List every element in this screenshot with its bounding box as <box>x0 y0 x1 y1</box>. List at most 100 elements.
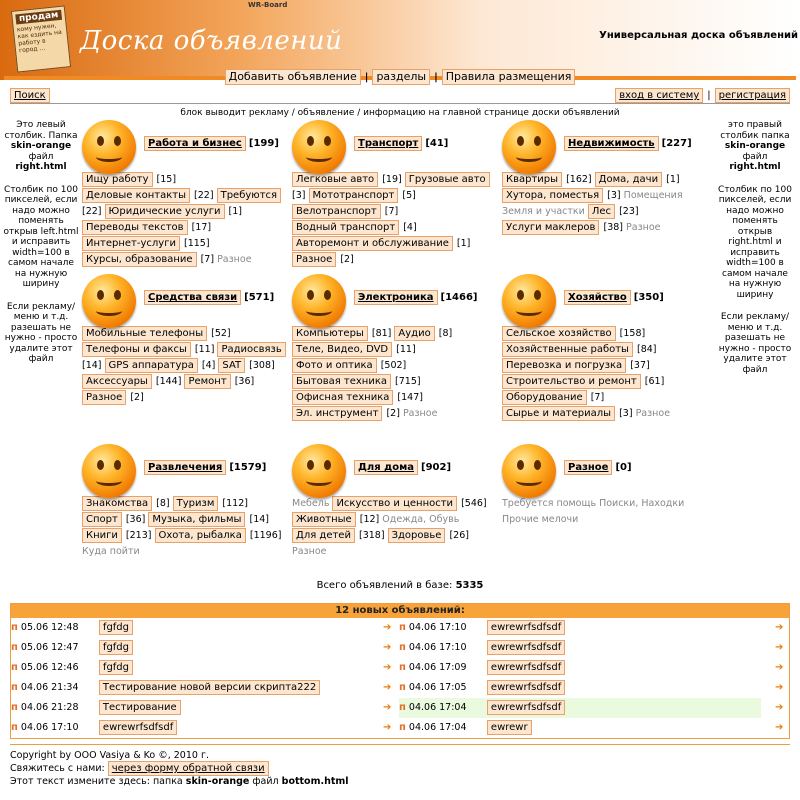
smiley-icon[interactable] <box>502 274 556 328</box>
smiley-icon[interactable] <box>82 274 136 328</box>
category-link[interactable]: Электроника <box>354 290 438 305</box>
subcategory-link[interactable]: Ремонт <box>184 374 231 389</box>
subcategory-link[interactable]: Авторемонт и обслуживание <box>292 236 453 251</box>
new-ad-item: п 04.06 17:10 ewrewrfsdfsdf <box>399 618 761 638</box>
subcategory-link[interactable]: Переводы текстов <box>82 220 188 235</box>
subcategory-link[interactable]: Здоровье <box>387 528 446 543</box>
smiley-icon[interactable] <box>292 274 346 328</box>
login-link[interactable]: вход в систему <box>615 88 704 103</box>
search-link[interactable]: Поиск <box>10 88 50 103</box>
ad-title-link[interactable]: ewrewrfsdfsdf <box>98 720 178 735</box>
subcategory-link[interactable]: Перевозка и погрузка <box>502 358 627 373</box>
category-link[interactable]: Развлечения <box>144 460 227 475</box>
arrow-right-icon[interactable]: ➔ <box>383 698 391 718</box>
subcategory-link[interactable]: Аксессуары <box>82 374 152 389</box>
subcategory-link[interactable]: Телефоны и факсы <box>82 342 191 357</box>
subcategory-link[interactable]: Музыка, фильмы <box>148 512 246 527</box>
smiley-icon[interactable] <box>292 120 346 174</box>
arrow-right-icon[interactable]: ➔ <box>383 638 391 658</box>
subcategory-link[interactable]: Курсы, образование <box>82 252 197 267</box>
ad-title-link[interactable]: ewrewrfsdfsdf <box>486 660 566 675</box>
ad-title-link[interactable]: fgfdg <box>98 640 134 655</box>
subcategory-link[interactable]: Фото и оптика <box>292 358 377 373</box>
subcategory-empty[interactable]: Куда пойти <box>82 546 140 557</box>
category-link[interactable]: Недвижимость <box>564 136 659 151</box>
subcategory-link[interactable]: Животные <box>292 512 356 527</box>
subcategory-link[interactable]: Бытовая техника <box>292 374 392 389</box>
subcategory-link[interactable]: Водный транспорт <box>292 220 400 235</box>
arrow-right-icon[interactable]: ➔ <box>383 658 391 678</box>
subcategory-empty[interactable]: Требуется помощь Поиски, Находки Прочие … <box>502 498 684 525</box>
subcategory-empty[interactable]: Разное <box>636 408 670 419</box>
subcategory-link[interactable]: Интернет-услуги <box>82 236 180 251</box>
subcategory-link[interactable]: Теле, Видео, DVD <box>292 342 393 357</box>
arrow-right-icon[interactable]: ➔ <box>383 718 391 738</box>
subcategory-link[interactable]: SAT <box>218 358 246 373</box>
smiley-icon[interactable] <box>502 444 556 498</box>
smiley-icon[interactable] <box>82 120 136 174</box>
subcategory-link[interactable]: Книги <box>82 528 122 543</box>
subcategory-empty[interactable]: Одежда, Обувь <box>382 514 459 525</box>
category-link[interactable]: Разное <box>564 460 613 475</box>
category-link[interactable]: Для дома <box>354 460 419 475</box>
subcategory-link[interactable]: Спорт <box>82 512 122 527</box>
subcategory-link[interactable]: Деловые контакты <box>82 188 191 203</box>
subcategory-link[interactable]: Для детей <box>292 528 355 543</box>
subcategory-link[interactable]: Требуются <box>216 188 282 203</box>
category-link[interactable]: Транспорт <box>354 136 423 151</box>
ad-title-link[interactable]: fgfdg <box>98 660 134 675</box>
arrow-right-icon[interactable]: ➔ <box>775 658 783 678</box>
smiley-icon[interactable] <box>502 120 556 174</box>
arrow-right-icon[interactable]: ➔ <box>775 638 783 658</box>
subcategory-link[interactable]: Оборудование <box>502 390 587 405</box>
subcategory-link[interactable]: Офисная техника <box>292 390 394 405</box>
arrow-right-icon[interactable]: ➔ <box>383 618 391 638</box>
arrow-right-icon[interactable]: ➔ <box>775 678 783 698</box>
ad-title-link[interactable]: ewrewrfsdfsdf <box>486 680 566 695</box>
eye-icon <box>517 136 524 146</box>
sections-link[interactable]: разделы <box>372 69 431 85</box>
arrow-right-icon[interactable]: ➔ <box>775 618 783 638</box>
subcategory-empty[interactable]: Разное <box>217 254 251 265</box>
ad-title-link[interactable]: fgfdg <box>98 620 134 635</box>
category-link[interactable]: Средства связи <box>144 290 242 305</box>
ad-title-link[interactable]: Тестирование <box>98 700 181 715</box>
subcategory-link[interactable]: Разное <box>292 252 337 267</box>
subcategory-link[interactable]: Охота, рыбалка <box>154 528 246 543</box>
register-link[interactable]: регистрация <box>714 88 790 103</box>
arrow-right-icon[interactable]: ➔ <box>775 698 783 718</box>
smiley-icon[interactable] <box>292 444 346 498</box>
subcategory-link[interactable]: Хозяйственные работы <box>502 342 633 357</box>
category-head: Разное [0] <box>502 444 707 500</box>
subcategory-link[interactable]: Строительство и ремонт <box>502 374 641 389</box>
category-block: Транспорт [41] Легковые авто [19] Грузовые… <box>292 120 497 268</box>
subcategory-empty[interactable]: Разное <box>403 408 437 419</box>
ad-title-link[interactable]: ewrewrfsdfsdf <box>486 700 566 715</box>
add-ad-link[interactable]: Добавить объявление <box>224 69 361 85</box>
feedback-link[interactable]: через форму обратной связи <box>107 761 269 776</box>
ad-title-link[interactable]: ewrewrfsdfsdf <box>486 620 566 635</box>
subcategory-link[interactable]: Радиосвязь <box>217 342 286 357</box>
ad-title-link[interactable]: Тестирование новой версии скрипта222 <box>98 680 321 695</box>
subcategory-link[interactable]: Эл. инструмент <box>292 406 383 421</box>
subcategory-link[interactable]: Велотранспорт <box>292 204 381 219</box>
ad-title-link[interactable]: ewrewr <box>486 720 532 735</box>
subcategory-link[interactable]: Мототранспорт <box>308 188 399 203</box>
category-link[interactable]: Хозяйство <box>564 290 631 305</box>
site-logo[interactable]: Доска объявлений <box>80 26 342 56</box>
ad-title-link[interactable]: ewrewrfsdfsdf <box>486 640 566 655</box>
subcategory-empty[interactable]: Разное <box>292 546 326 557</box>
smiley-icon[interactable] <box>82 444 136 498</box>
subcategory-link[interactable]: GPS аппаратура <box>104 358 198 373</box>
subcategory-link[interactable]: Разное <box>82 390 127 405</box>
subcategory-link[interactable]: Сырье и материалы <box>502 406 616 421</box>
subcategory-link[interactable]: Хутора, поместья <box>502 188 604 203</box>
subcategory-link[interactable]: Юридические услуги <box>104 204 225 219</box>
subcategory-link[interactable]: Услуги маклеров <box>502 220 600 235</box>
rules-link[interactable]: Правила размещения <box>441 69 576 85</box>
arrow-right-icon[interactable]: ➔ <box>383 678 391 698</box>
subcategory-empty[interactable]: Разное <box>626 222 660 233</box>
category-link[interactable]: Работа и бизнес <box>144 136 246 151</box>
subcategory-link[interactable]: Лес <box>587 204 616 219</box>
arrow-right-icon[interactable]: ➔ <box>775 718 783 738</box>
